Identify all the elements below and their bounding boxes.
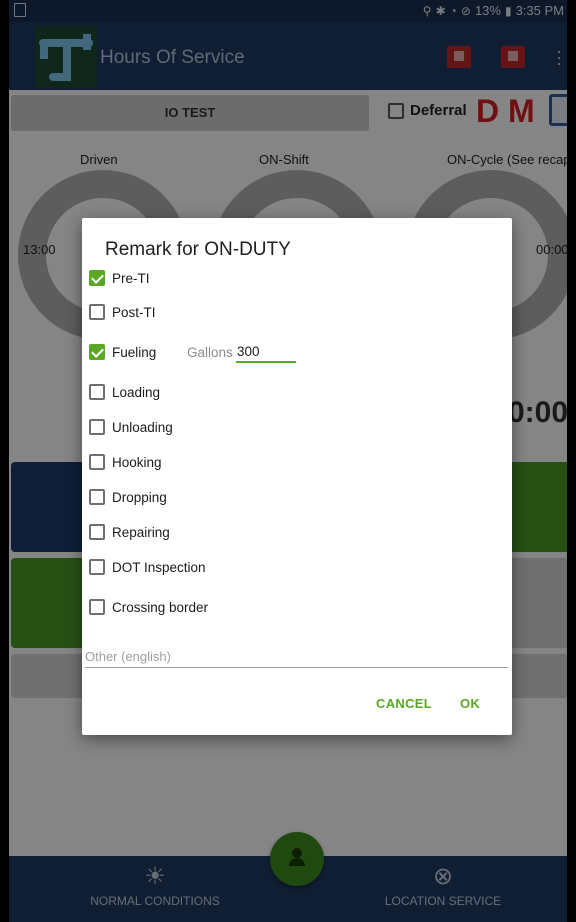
- remark-dialog: Remark for ON-DUTY Pre-TI Post-TI Fuelin…: [82, 218, 512, 735]
- option-post-ti[interactable]: Post-TI: [89, 299, 156, 325]
- option-loading[interactable]: Loading: [89, 379, 160, 405]
- dialog-title: Remark for ON-DUTY: [105, 239, 291, 260]
- checkbox[interactable]: [89, 599, 105, 615]
- other-remark-input[interactable]: [85, 646, 508, 668]
- checkbox[interactable]: [89, 559, 105, 575]
- checkbox[interactable]: [89, 419, 105, 435]
- option-dot-inspection[interactable]: DOT Inspection: [89, 554, 206, 580]
- gallons-input[interactable]: [236, 341, 296, 363]
- option-label: Crossing border: [112, 599, 209, 615]
- option-label: Post-TI: [112, 304, 156, 320]
- screen: ⚲ ✱ ◔ ⊘ 13% ▮ 3:35 PM Hours Of Service ·…: [0, 0, 576, 922]
- checkbox[interactable]: [89, 384, 105, 400]
- option-crossing-border[interactable]: Crossing border: [89, 594, 208, 620]
- checkbox[interactable]: [89, 454, 105, 470]
- checkbox[interactable]: [89, 489, 105, 505]
- option-label: Pre-TI: [112, 270, 150, 286]
- option-label: Loading: [112, 384, 161, 400]
- checkbox[interactable]: [89, 270, 105, 286]
- option-label: DOT Inspection: [112, 559, 206, 575]
- option-unloading[interactable]: Unloading: [89, 414, 173, 440]
- option-label: Repairing: [112, 524, 170, 540]
- option-hooking[interactable]: Hooking: [89, 449, 162, 475]
- device-bezel-right: [567, 0, 576, 922]
- ok-button[interactable]: OK: [460, 696, 480, 711]
- checkbox[interactable]: [89, 344, 105, 360]
- checkbox[interactable]: [89, 524, 105, 540]
- option-label: Unloading: [112, 419, 173, 435]
- option-repairing[interactable]: Repairing: [89, 519, 170, 545]
- option-pre-ti[interactable]: Pre-TI: [89, 265, 150, 291]
- gallons-label: Gallons: [187, 345, 233, 360]
- option-fueling[interactable]: Fueling: [89, 339, 156, 365]
- option-label: Fueling: [112, 344, 157, 360]
- option-label: Dropping: [112, 489, 167, 505]
- cancel-button[interactable]: CANCEL: [376, 696, 432, 711]
- option-dropping[interactable]: Dropping: [89, 484, 167, 510]
- checkbox[interactable]: [89, 304, 105, 320]
- option-label: Hooking: [112, 454, 162, 470]
- device-bezel-left: [0, 0, 9, 922]
